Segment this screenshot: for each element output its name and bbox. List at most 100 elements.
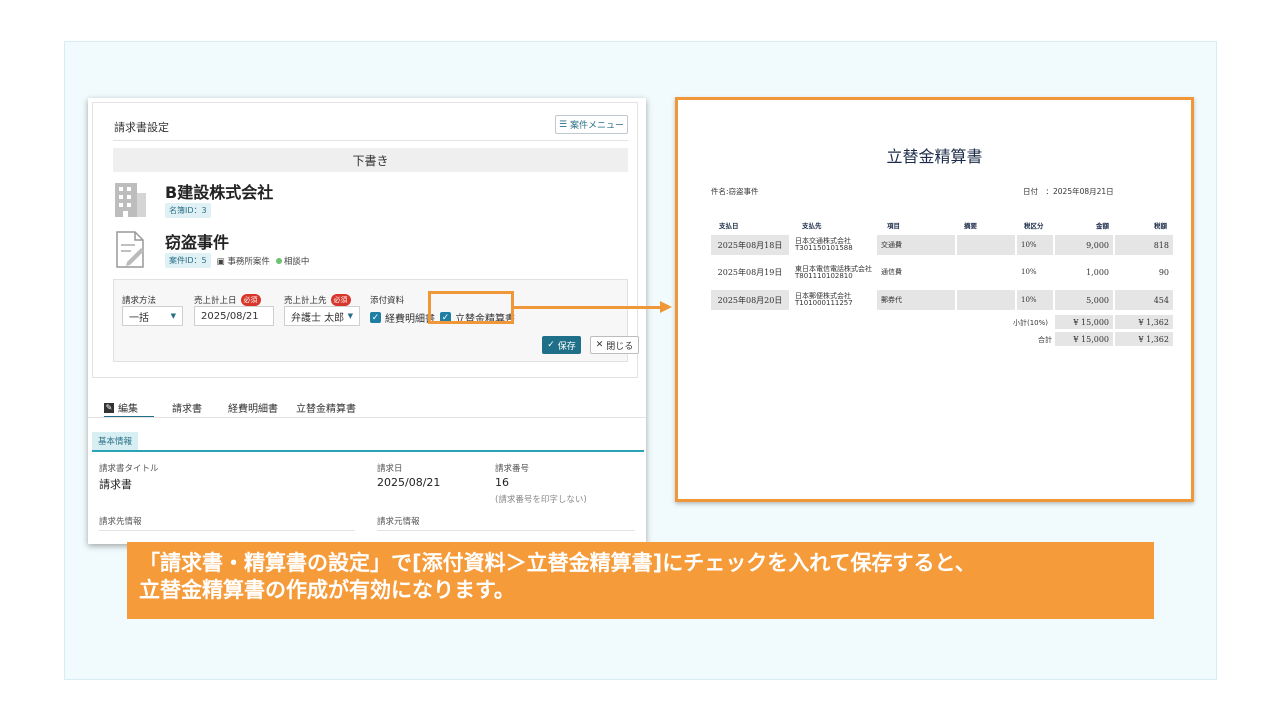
divider xyxy=(99,530,355,531)
client-info: B建設株式会社 名簿ID：3 xyxy=(113,179,513,223)
office-icon: ▣ xyxy=(216,256,225,267)
table-cell: 5,000 xyxy=(1055,290,1113,310)
table-cell: 1,000 xyxy=(1086,267,1109,277)
check-icon: ✓ xyxy=(547,340,555,350)
case-menu-button[interactable]: ☰ 案件メニュー xyxy=(555,115,628,134)
column-header: 支払先 xyxy=(802,222,822,230)
invoice-date-label: 請求日 xyxy=(377,464,403,474)
billing-from-label: 請求元情報 xyxy=(377,517,420,527)
table-cell: 90 xyxy=(1158,267,1169,277)
building-icon xyxy=(115,183,146,217)
checkmark-icon: ✓ xyxy=(370,312,381,323)
total-label: 合計 xyxy=(1038,336,1052,344)
table-cell: 10% xyxy=(1017,290,1053,310)
close-icon: ✕ xyxy=(595,340,604,350)
table-cell: 818 xyxy=(1115,235,1173,255)
menu-icon: ☰ xyxy=(558,119,568,130)
case-meta: 案件ID：5 ▣ 事務所案件 相談中 xyxy=(165,253,309,268)
date-label: 売上計上日 必須 xyxy=(194,294,261,306)
column-header: 金額 xyxy=(1096,222,1109,230)
table-cell xyxy=(957,290,1015,310)
table-cell: 東日本電信電話株式会社 T801110102810 xyxy=(795,264,872,280)
divider xyxy=(377,530,635,531)
highlight-box xyxy=(428,291,514,324)
client-meta: 名簿ID：3 xyxy=(165,203,211,218)
document-case: 件名:窃盗事件 xyxy=(711,187,759,196)
invoice-number-note: (請求番号を印字しない) xyxy=(495,495,587,505)
column-header: 税額 xyxy=(1154,222,1167,230)
subtotal-tax: ¥ 1,362 xyxy=(1115,315,1173,329)
document-title: 立替金精算書 xyxy=(886,147,983,166)
column-header: 支払日 xyxy=(719,222,739,230)
attach-expense-checkbox[interactable]: ✓ 経費明細書 xyxy=(370,310,435,325)
save-button[interactable]: ✓ 保存 xyxy=(542,336,581,354)
document-date: 日付 ：2025年08月21日 xyxy=(1023,187,1114,196)
invoice-number-value: 16 xyxy=(495,476,509,489)
table-cell: 交通費 xyxy=(877,235,955,255)
office-case-label: ▣ 事務所案件 xyxy=(216,256,270,267)
column-header: 項目 xyxy=(887,222,900,230)
settings-form: 請求方法 一括 ▼ 売上計上日 必須 2025/08/21 売上計上先 必須 弁護士 … xyxy=(113,279,639,362)
case-info: 窃盗事件 案件ID：5 ▣ 事務所案件 相談中 xyxy=(113,229,513,273)
table-cell: 郵券代 xyxy=(877,290,955,310)
method-select[interactable]: 一括 ▼ xyxy=(122,306,183,326)
account-label: 売上計上先 必須 xyxy=(284,294,351,306)
table-cell: 2025年08月19日 xyxy=(717,267,783,277)
case-status: 相談中 xyxy=(275,255,309,267)
edit-icon: ✎ xyxy=(104,402,114,413)
status-dot-icon xyxy=(275,257,282,264)
table-cell: 10% xyxy=(1017,235,1053,255)
case-id-tag: 案件ID：5 xyxy=(165,253,211,268)
invoice-title-label: 請求書タイトル xyxy=(99,464,159,474)
attach-label: 添付資料 xyxy=(370,296,405,306)
panel-title: 請求書設定 xyxy=(114,121,169,134)
subtotal-label: 小計(10%) xyxy=(1013,319,1049,327)
invoice-settings-panel: 請求書設定 ☰ 案件メニュー 下書き B建設株式会社 名簿ID：3 窃盗事件 案… xyxy=(88,98,646,544)
divider xyxy=(88,417,646,418)
case-menu-label: 案件メニュー xyxy=(570,121,625,131)
subtotal-amount: ¥ 15,000 xyxy=(1055,315,1113,329)
method-label: 請求方法 xyxy=(122,296,157,306)
column-header: 摘要 xyxy=(964,222,977,230)
table-cell: 10% xyxy=(1021,268,1037,276)
table-cell xyxy=(957,235,1015,255)
table-cell: 9,000 xyxy=(1055,235,1113,255)
document-edit-icon xyxy=(116,231,144,268)
table-cell: 2025年08月18日 xyxy=(711,235,789,255)
divider xyxy=(113,140,628,141)
required-badge: 必須 xyxy=(240,294,261,306)
table-cell: 通信費 xyxy=(881,268,902,276)
tab-expense[interactable]: 経費明細書 xyxy=(228,400,278,415)
tab-bar: ✎ 編集 請求書 経費明細書 立替金精算書 xyxy=(88,394,646,418)
section-basic-info: 基本情報 xyxy=(92,432,139,450)
column-header: 税区分 xyxy=(1024,222,1044,230)
advance-statement-preview: 立替金精算書 件名:窃盗事件 日付 ：2025年08月21日 支払日 支払先 項… xyxy=(675,97,1194,502)
invoice-date-value: 2025/08/21 xyxy=(377,476,441,489)
instruction-caption: 「請求書・精算書の設定」で[添付資料＞立替金精算書]にチェックを入れて保存すると… xyxy=(127,542,1154,619)
date-input[interactable]: 2025/08/21 xyxy=(194,306,274,326)
close-button[interactable]: ✕ 閉じる xyxy=(590,336,639,354)
client-id-tag: 名簿ID：3 xyxy=(165,203,211,218)
billing-to-label: 請求先情報 xyxy=(99,517,142,527)
table-cell: 日本郵便株式会社 T101000111257 xyxy=(795,291,853,307)
arrow-right-icon xyxy=(660,301,672,313)
status-bar: 下書き xyxy=(113,148,628,172)
caption-line-2: 立替金精算書の作成が有効になります。 xyxy=(139,578,515,602)
required-badge: 必須 xyxy=(330,294,351,306)
invoice-number-label: 請求番号 xyxy=(495,464,530,474)
tab-edit[interactable]: ✎ 編集 xyxy=(104,400,138,415)
client-name: B建設株式会社 xyxy=(165,183,274,202)
case-name: 窃盗事件 xyxy=(165,233,230,252)
caption-line-1: 「請求書・精算書の設定」で[添付資料＞立替金精算書]にチェックを入れて保存すると… xyxy=(139,551,976,575)
connector-line xyxy=(514,306,662,309)
tab-advance[interactable]: 立替金精算書 xyxy=(296,400,356,415)
tab-invoice[interactable]: 請求書 xyxy=(172,400,202,415)
table-cell: 454 xyxy=(1115,290,1173,310)
invoice-title-value: 請求書 xyxy=(99,478,132,491)
caret-down-icon: ▼ xyxy=(170,312,176,320)
account-select[interactable]: 弁護士 太郎 ▼ xyxy=(284,306,360,326)
total-tax: ¥ 1,362 xyxy=(1115,332,1173,346)
table-cell: 2025年08月20日 xyxy=(711,290,789,310)
section-divider xyxy=(92,450,644,452)
caret-down-icon: ▼ xyxy=(347,312,353,320)
